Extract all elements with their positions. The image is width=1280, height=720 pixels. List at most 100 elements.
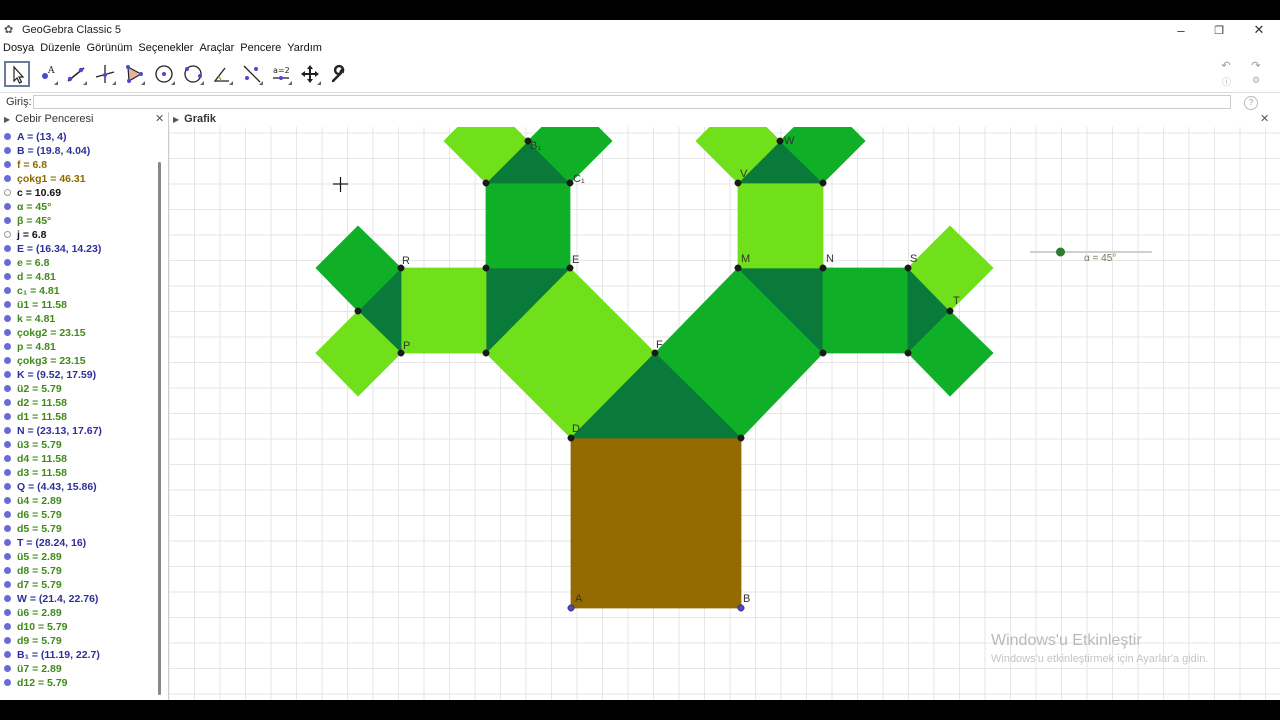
visibility-toggle-icon[interactable] [4, 385, 11, 392]
close-button[interactable]: ✕ [1240, 20, 1278, 40]
menu-pencere[interactable]: Pencere [237, 42, 284, 54]
visibility-toggle-icon[interactable] [4, 679, 11, 686]
menu-dosya[interactable]: Dosya [0, 42, 37, 54]
point-tool[interactable]: A [34, 61, 60, 87]
algebra-item[interactable]: j = 6.8 [0, 228, 160, 242]
visibility-toggle-icon[interactable] [4, 539, 11, 546]
visibility-toggle-icon[interactable] [4, 189, 11, 196]
angle-tool[interactable] [209, 61, 235, 87]
visibility-toggle-icon[interactable] [4, 217, 11, 224]
visibility-toggle-icon[interactable] [4, 203, 11, 210]
algebra-item[interactable]: ü7 = 2.89 [0, 662, 160, 676]
algebra-item[interactable]: d5 = 5.79 [0, 522, 160, 536]
visibility-toggle-icon[interactable] [4, 147, 11, 154]
polygon-tool[interactable] [121, 61, 147, 87]
trunk-square[interactable] [570, 437, 742, 609]
algebra-item[interactable]: d8 = 5.79 [0, 564, 160, 578]
visibility-toggle-icon[interactable] [4, 329, 11, 336]
algebra-item[interactable]: d2 = 11.58 [0, 396, 160, 410]
algebra-item[interactable]: K = (9.52, 17.59) [0, 368, 160, 382]
visibility-toggle-icon[interactable] [4, 273, 11, 280]
menu-gorunum[interactable]: Görünüm [84, 42, 136, 54]
point-D[interactable] [567, 434, 575, 442]
input-help-icon[interactable]: ? [1244, 96, 1258, 110]
algebra-item[interactable]: ü3 = 5.79 [0, 438, 160, 452]
algebra-item[interactable]: ü5 = 2.89 [0, 550, 160, 564]
algebra-item[interactable]: çokg1 = 46.31 [0, 172, 160, 186]
visibility-toggle-icon[interactable] [4, 567, 11, 574]
visibility-toggle-icon[interactable] [4, 511, 11, 518]
graphics-canvas[interactable]: A B D E F M N P R S T V W B₁ C₁ [169, 127, 1280, 700]
visibility-toggle-icon[interactable] [4, 175, 11, 182]
slider-tool[interactable]: a=2 [268, 61, 294, 87]
algebra-item[interactable]: T = (28.24, 16) [0, 536, 160, 550]
visibility-toggle-icon[interactable] [4, 623, 11, 630]
visibility-toggle-icon[interactable] [4, 441, 11, 448]
visibility-toggle-icon[interactable] [4, 595, 11, 602]
line-tool[interactable] [63, 61, 89, 87]
visibility-toggle-icon[interactable] [4, 609, 11, 616]
help-icon[interactable]: ⓘ [1222, 75, 1231, 88]
point-Z[interactable] [819, 179, 827, 187]
visibility-toggle-icon[interactable] [4, 497, 11, 504]
algebra-item[interactable]: d9 = 5.79 [0, 634, 160, 648]
point-H[interactable] [904, 349, 912, 357]
visibility-toggle-icon[interactable] [4, 651, 11, 658]
algebra-item[interactable]: W = (21.4, 22.76) [0, 592, 160, 606]
algebra-item[interactable]: α = 45° [0, 200, 160, 214]
gear-icon[interactable]: ⚙ [1252, 75, 1260, 86]
visibility-toggle-icon[interactable] [4, 315, 11, 322]
point-M[interactable] [734, 264, 742, 272]
algebra-item[interactable]: f = 6.8 [0, 158, 160, 172]
settings-tool[interactable] [326, 61, 352, 87]
algebra-item[interactable]: e = 6.8 [0, 256, 160, 270]
algebra-item[interactable]: d4 = 11.58 [0, 452, 160, 466]
move-graphics-tool[interactable] [297, 61, 323, 87]
visibility-toggle-icon[interactable] [4, 133, 11, 140]
graphics-close-icon[interactable]: ✕ [1260, 112, 1269, 125]
algebra-item[interactable]: d = 4.81 [0, 270, 160, 284]
algebra-close-icon[interactable]: ✕ [155, 112, 164, 125]
point-T[interactable] [946, 307, 954, 315]
graphics-collapse-arrow-icon[interactable]: ▶ [173, 115, 179, 124]
algebra-item[interactable]: ü4 = 2.89 [0, 494, 160, 508]
point-G[interactable] [819, 349, 827, 357]
slider-handle[interactable] [1056, 247, 1065, 257]
visibility-toggle-icon[interactable] [4, 469, 11, 476]
point-S[interactable] [904, 264, 912, 272]
algebra-item[interactable]: A = (13, 4) [0, 130, 160, 144]
maximize-button[interactable]: ❐ [1200, 20, 1238, 40]
reflect-tool[interactable] [239, 61, 265, 87]
menu-duzenle[interactable]: Düzenle [37, 42, 83, 54]
algebra-item[interactable]: Q = (4.43, 15.86) [0, 480, 160, 494]
visibility-toggle-icon[interactable] [4, 455, 11, 462]
visibility-toggle-icon[interactable] [4, 427, 11, 434]
point-N[interactable] [819, 264, 827, 272]
left-side-square[interactable] [400, 267, 487, 354]
algebra-header[interactable]: ▶ Cebir Penceresi [0, 112, 93, 126]
algebra-scrollbar[interactable] [158, 162, 161, 695]
visibility-toggle-icon[interactable] [4, 483, 11, 490]
visibility-toggle-icon[interactable] [4, 161, 11, 168]
right-upper-square[interactable] [737, 182, 824, 269]
algebra-item[interactable]: N = (23.13, 17.67) [0, 424, 160, 438]
algebra-item[interactable]: çokg3 = 23.15 [0, 354, 160, 368]
visibility-toggle-icon[interactable] [4, 357, 11, 364]
algebra-item[interactable]: k = 4.81 [0, 312, 160, 326]
visibility-toggle-icon[interactable] [4, 231, 11, 238]
visibility-toggle-icon[interactable] [4, 413, 11, 420]
algebra-item[interactable]: β = 45° [0, 214, 160, 228]
move-tool[interactable] [4, 61, 30, 87]
algebra-item[interactable]: ü6 = 2.89 [0, 606, 160, 620]
algebra-item[interactable]: d1 = 11.58 [0, 410, 160, 424]
algebra-item[interactable]: d3 = 11.58 [0, 466, 160, 480]
point-A[interactable] [567, 604, 575, 612]
algebra-item[interactable]: E = (16.34, 14.23) [0, 242, 160, 256]
algebra-item[interactable]: B = (19.8, 4.04) [0, 144, 160, 158]
visibility-toggle-icon[interactable] [4, 259, 11, 266]
visibility-toggle-icon[interactable] [4, 245, 11, 252]
visibility-toggle-icon[interactable] [4, 301, 11, 308]
visibility-toggle-icon[interactable] [4, 553, 11, 560]
left-upper-square[interactable] [485, 182, 571, 269]
circle-three-points-tool[interactable] [180, 61, 206, 87]
